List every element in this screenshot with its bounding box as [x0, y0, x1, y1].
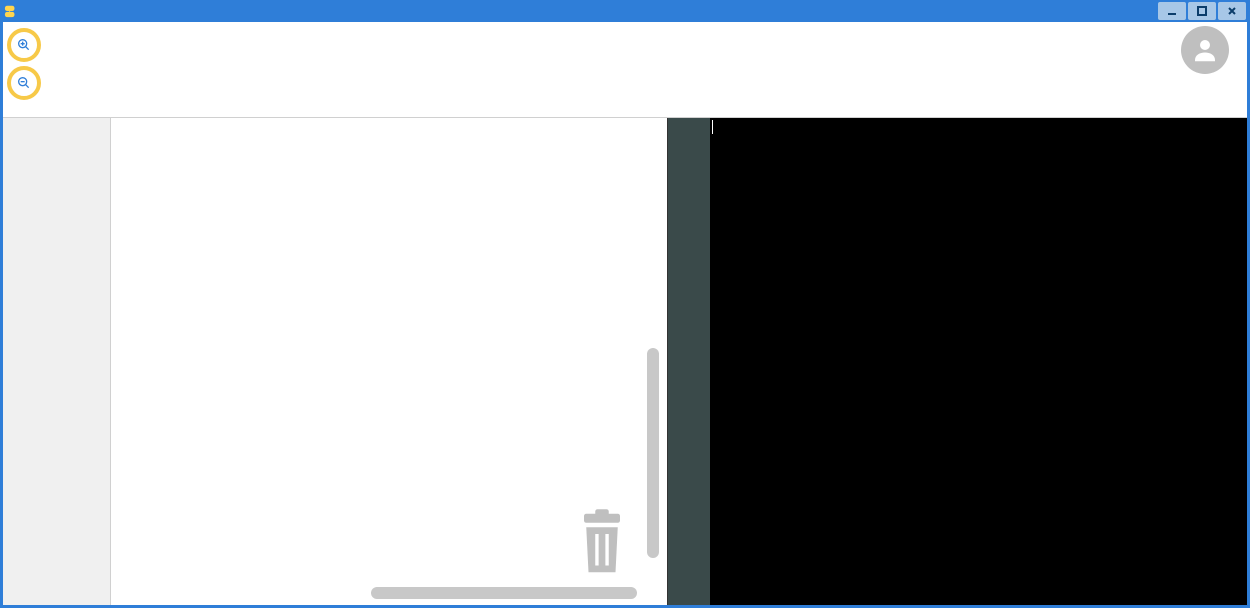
canvas-vertical-scrollbar[interactable] — [647, 348, 659, 558]
close-button[interactable] — [1218, 2, 1246, 20]
minimize-button[interactable] — [1158, 2, 1186, 20]
code-editor[interactable] — [667, 118, 1247, 605]
trash-icon[interactable] — [575, 509, 629, 577]
app-frame — [0, 22, 1250, 608]
app-logo-icon — [4, 4, 18, 18]
zoom-out-button[interactable] — [7, 66, 41, 100]
code-gutter — [668, 118, 710, 605]
titlebar — [0, 0, 1250, 22]
zoom-in-button[interactable] — [7, 28, 41, 62]
block-canvas[interactable] — [111, 118, 667, 605]
avatar-icon[interactable] — [1181, 26, 1229, 74]
maximize-button[interactable] — [1188, 2, 1216, 20]
code-body[interactable] — [710, 118, 1247, 605]
code-cursor — [712, 120, 713, 134]
toolbar — [3, 22, 1247, 118]
canvas-horizontal-scrollbar[interactable] — [371, 587, 637, 599]
category-sidebar[interactable] — [3, 118, 111, 605]
brand-block — [41, 26, 1165, 32]
workspace — [3, 118, 1247, 605]
